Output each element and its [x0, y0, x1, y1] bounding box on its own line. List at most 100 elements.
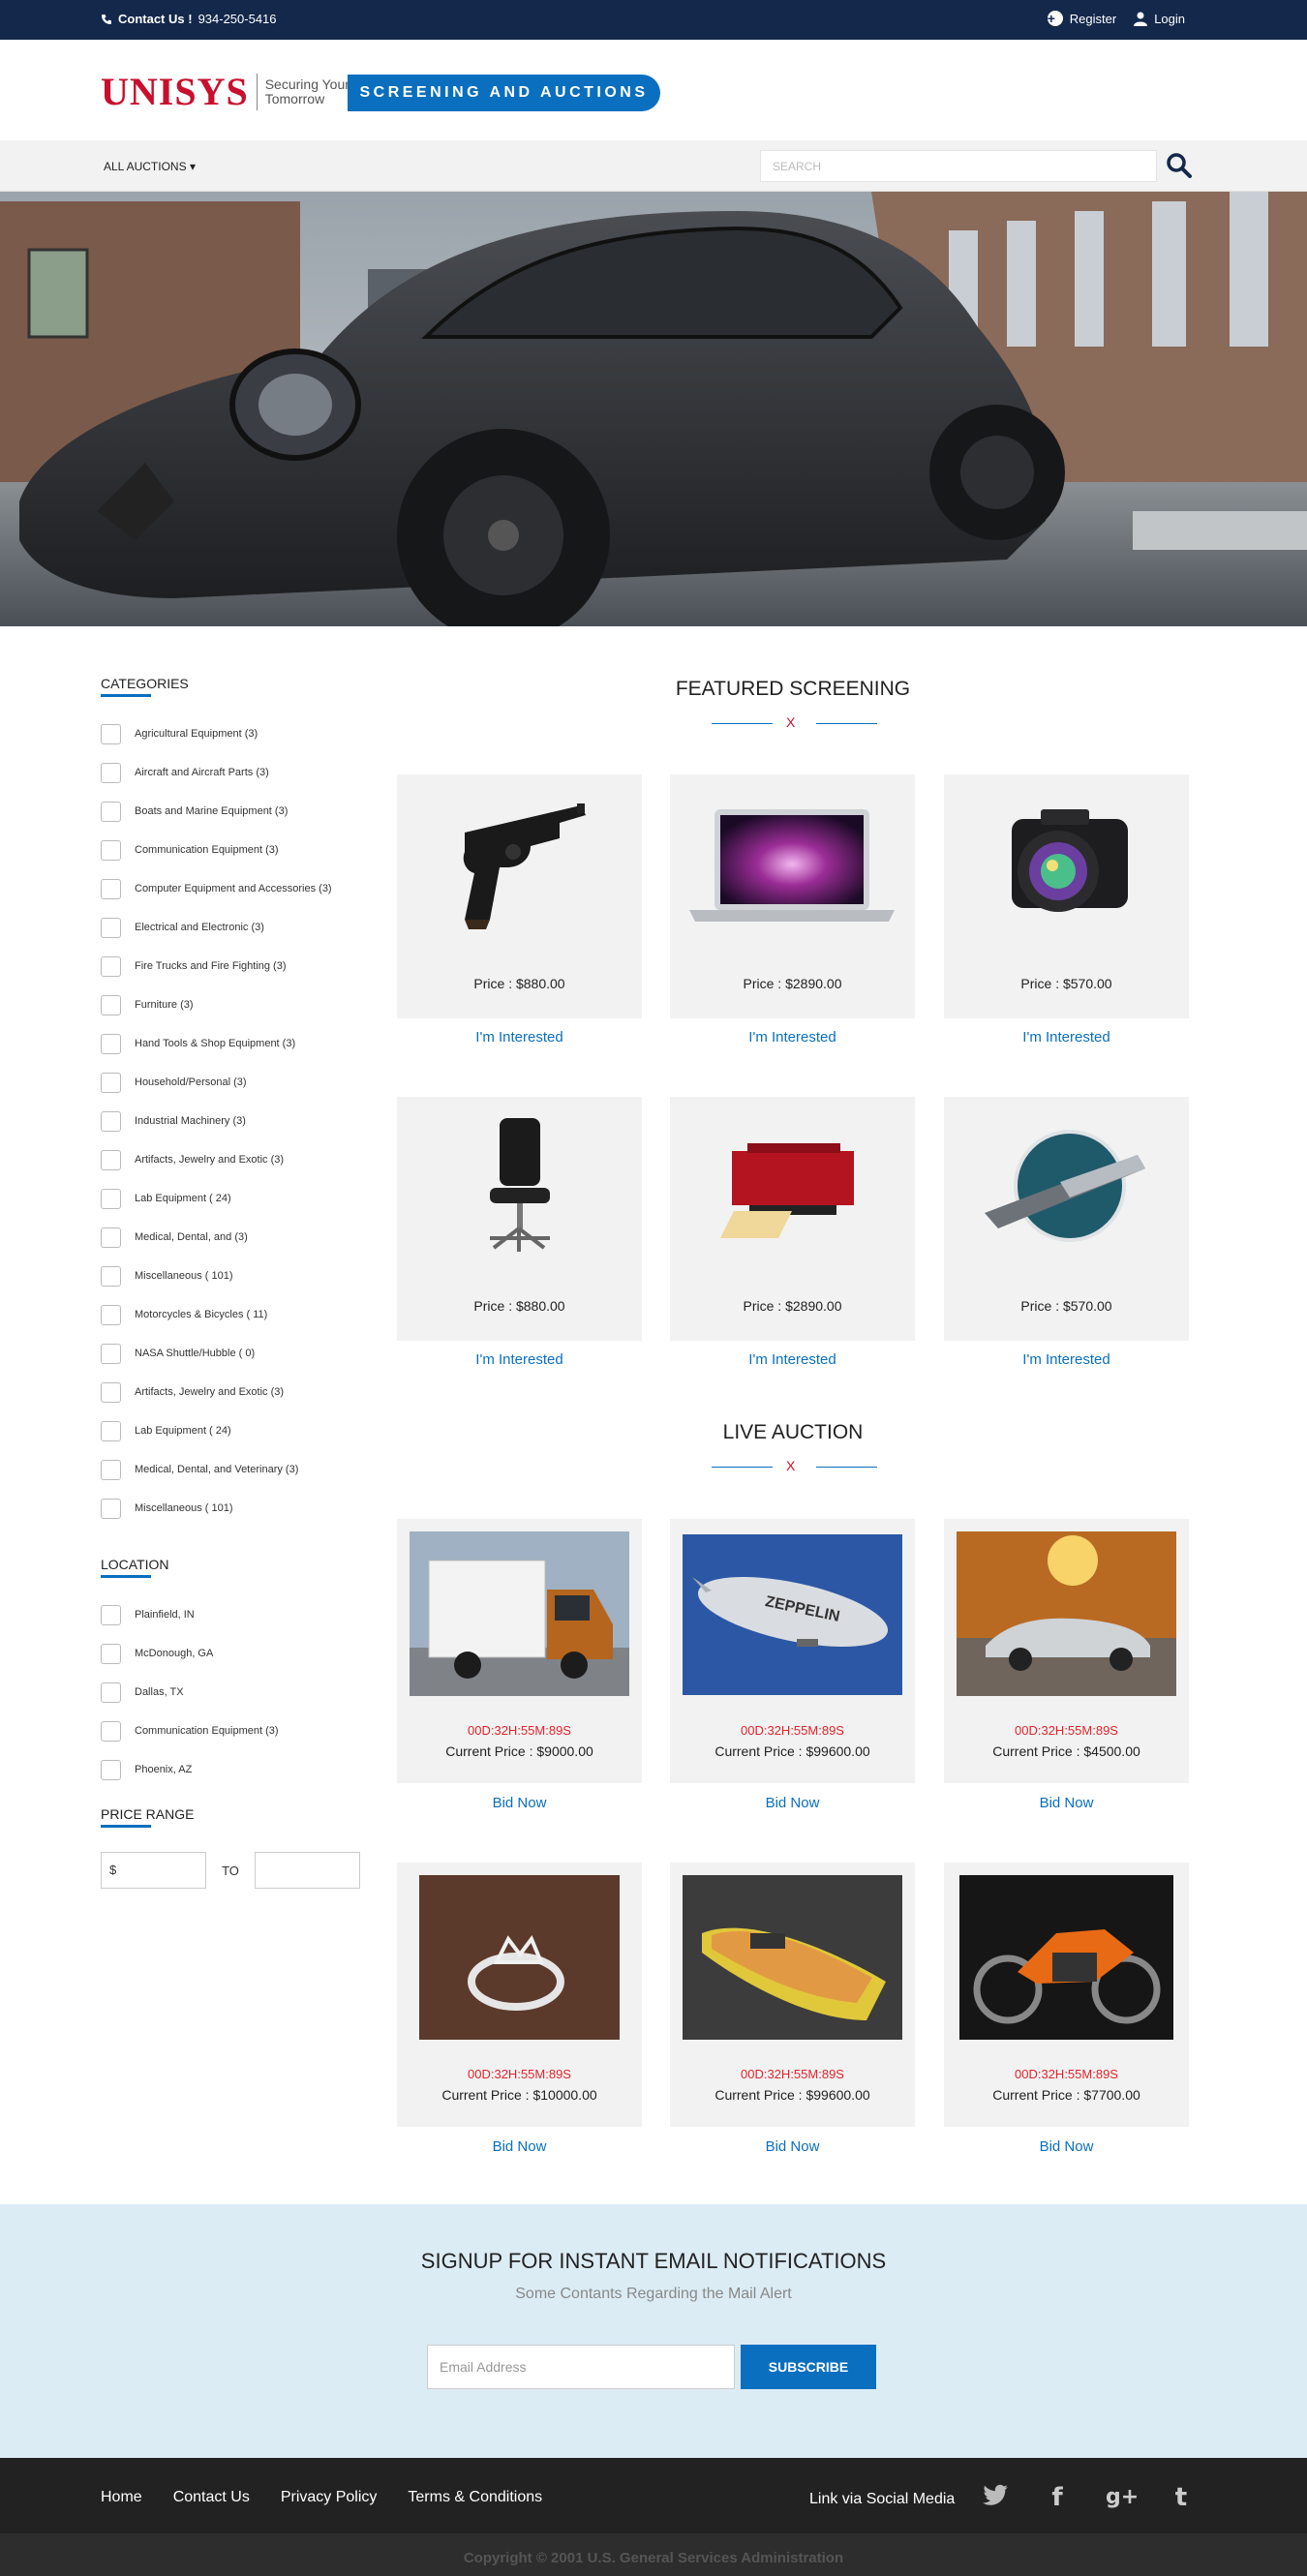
facebook-icon[interactable]: f [1044, 2484, 1071, 2511]
category-checkbox[interactable] [101, 878, 121, 899]
interested-link[interactable]: I'm Interested [397, 1029, 642, 1046]
auction-card[interactable]: 00D:32H:55M:89S Current Price : $10000.0… [397, 1863, 642, 2127]
category-item[interactable]: Medical, Dental, and Veterinary (3) [101, 1450, 391, 1489]
category-item[interactable]: Hand Tools & Shop Equipment (3) [101, 1024, 391, 1063]
category-checkbox[interactable] [101, 801, 121, 822]
category-item[interactable]: Industrial Machinery (3) [101, 1102, 391, 1140]
google-plus-icon[interactable]: g+ [1106, 2484, 1139, 2511]
category-checkbox[interactable] [101, 1381, 121, 1403]
category-checkbox[interactable] [101, 1459, 121, 1480]
featured-card[interactable]: Price : $570.00 [944, 1097, 1189, 1341]
category-checkbox[interactable] [101, 1304, 121, 1325]
category-item[interactable]: Lab Equipment ( 24) [101, 1411, 391, 1450]
location-item[interactable]: Communication Equipment (3) [101, 1712, 391, 1750]
current-price: Current Price : $99600.00 [714, 1743, 870, 1759]
category-checkbox[interactable] [101, 917, 121, 938]
category-item[interactable]: Miscellaneous ( 101) [101, 1489, 391, 1528]
featured-card[interactable]: Price : $880.00 [397, 1097, 642, 1341]
category-item[interactable]: Electrical and Electronic (3) [101, 908, 391, 947]
category-checkbox[interactable] [101, 1110, 121, 1132]
login-link[interactable]: Login [1134, 12, 1185, 26]
location-item[interactable]: Dallas, TX [101, 1673, 391, 1712]
category-label: Household/Personal (3) [135, 1076, 247, 1088]
bid-now-link[interactable]: Bid Now [944, 1795, 1189, 1811]
interested-link[interactable]: I'm Interested [670, 1029, 915, 1046]
ornament-line-left [712, 1467, 773, 1468]
location-checkbox[interactable] [101, 1604, 121, 1625]
price-max-input[interactable] [255, 1852, 360, 1889]
auction-card[interactable]: ZEPPELIN 00D:32H:55M:89S Current Price :… [670, 1519, 915, 1783]
auction-card[interactable]: 00D:32H:55M:89S Current Price : $7700.00 [944, 1863, 1189, 2127]
auction-card[interactable]: 00D:32H:55M:89S Current Price : $99600.0… [670, 1863, 915, 2127]
location-checkbox[interactable] [101, 1759, 121, 1780]
featured-card[interactable]: Price : $570.00 [944, 774, 1189, 1018]
category-checkbox[interactable] [101, 1227, 121, 1248]
category-item[interactable]: Medical, Dental, and (3) [101, 1218, 391, 1257]
location-label: Phoenix, AZ [135, 1764, 193, 1775]
location-item[interactable]: Phoenix, AZ [101, 1750, 391, 1789]
price-min-input[interactable]: $ [101, 1852, 206, 1889]
category-item[interactable]: Furniture (3) [101, 985, 391, 1024]
interested-link[interactable]: I'm Interested [670, 1351, 915, 1368]
location-item[interactable]: Plainfield, IN [101, 1595, 391, 1634]
location-checkbox[interactable] [101, 1643, 121, 1664]
email-field[interactable]: Email Address [427, 2345, 735, 2389]
all-auctions-dropdown[interactable]: ALL AUCTIONS ▾ [104, 160, 196, 173]
category-item[interactable]: Boats and Marine Equipment (3) [101, 792, 391, 831]
footer-link-privacy[interactable]: Privacy Policy [281, 2489, 378, 2506]
footer-link-contact[interactable]: Contact Us [173, 2489, 250, 2506]
category-checkbox[interactable] [101, 1033, 121, 1054]
featured-card[interactable]: Price : $2890.00 [670, 774, 915, 1018]
category-checkbox[interactable] [101, 839, 121, 861]
footer-link-terms[interactable]: Terms & Conditions [408, 2489, 542, 2506]
category-item[interactable]: Artifacts, Jewelry and Exotic (3) [101, 1373, 391, 1411]
footer-link-home[interactable]: Home [101, 2489, 142, 2506]
featured-card[interactable]: Price : $2890.00 [670, 1097, 915, 1341]
location-checkbox[interactable] [101, 1682, 121, 1703]
category-item[interactable]: Artifacts, Jewelry and Exotic (3) [101, 1140, 391, 1179]
bid-now-link[interactable]: Bid Now [670, 1795, 915, 1811]
category-checkbox[interactable] [101, 1072, 121, 1093]
category-checkbox[interactable] [101, 955, 121, 977]
bid-now-link[interactable]: Bid Now [944, 2138, 1189, 2155]
register-link[interactable]: + Register [1047, 11, 1117, 26]
bid-now-link[interactable]: Bid Now [397, 1795, 642, 1811]
bid-now-link[interactable]: Bid Now [670, 2138, 915, 2155]
auction-card[interactable]: 00D:32H:55M:89S Current Price : $4500.00 [944, 1519, 1189, 1783]
tumblr-icon[interactable]: t [1168, 2484, 1195, 2511]
contact-label[interactable]: Contact Us ! [118, 12, 193, 26]
category-item[interactable]: Agricultural Equipment (3) [101, 714, 391, 753]
search-icon[interactable] [1166, 152, 1193, 179]
category-checkbox[interactable] [101, 1149, 121, 1170]
category-checkbox[interactable] [101, 762, 121, 783]
search-input[interactable]: SEARCH [760, 150, 1157, 182]
category-item[interactable]: Fire Trucks and Fire Fighting (3) [101, 947, 391, 985]
interested-link[interactable]: I'm Interested [397, 1351, 642, 1368]
category-checkbox[interactable] [101, 1498, 121, 1519]
auction-card[interactable]: 00D:32H:55M:89S Current Price : $9000.00 [397, 1519, 642, 1783]
category-checkbox[interactable] [101, 723, 121, 744]
category-item[interactable]: Communication Equipment (3) [101, 831, 391, 869]
category-item[interactable]: Computer Equipment and Accessories (3) [101, 869, 391, 908]
category-checkbox[interactable] [101, 994, 121, 1015]
twitter-icon[interactable] [982, 2484, 1009, 2511]
category-item[interactable]: NASA Shuttle/Hubble ( 0) [101, 1334, 391, 1373]
featured-card[interactable]: Price : $880.00 [397, 774, 642, 1018]
category-item[interactable]: Household/Personal (3) [101, 1063, 391, 1102]
category-item[interactable]: Aircraft and Aircraft Parts (3) [101, 753, 391, 792]
location-item[interactable]: McDonough, GA [101, 1634, 391, 1673]
unisys-logo[interactable]: UNISYS Securing Your Tomorrow [101, 69, 350, 114]
interested-link[interactable]: I'm Interested [944, 1351, 1189, 1368]
category-item[interactable]: Lab Equipment ( 24) [101, 1179, 391, 1218]
subscribe-button[interactable]: SUBSCRIBE [741, 2345, 876, 2389]
category-item[interactable]: Motorcycles & Bicycles ( 11) [101, 1295, 391, 1334]
category-checkbox[interactable] [101, 1420, 121, 1441]
category-checkbox[interactable] [101, 1343, 121, 1364]
bid-now-link[interactable]: Bid Now [397, 2138, 642, 2155]
category-checkbox[interactable] [101, 1188, 121, 1209]
interested-link[interactable]: I'm Interested [944, 1029, 1189, 1046]
category-item[interactable]: Miscellaneous ( 101) [101, 1257, 391, 1295]
location-checkbox[interactable] [101, 1720, 121, 1742]
category-checkbox[interactable] [101, 1265, 121, 1287]
register-label: Register [1069, 11, 1117, 26]
